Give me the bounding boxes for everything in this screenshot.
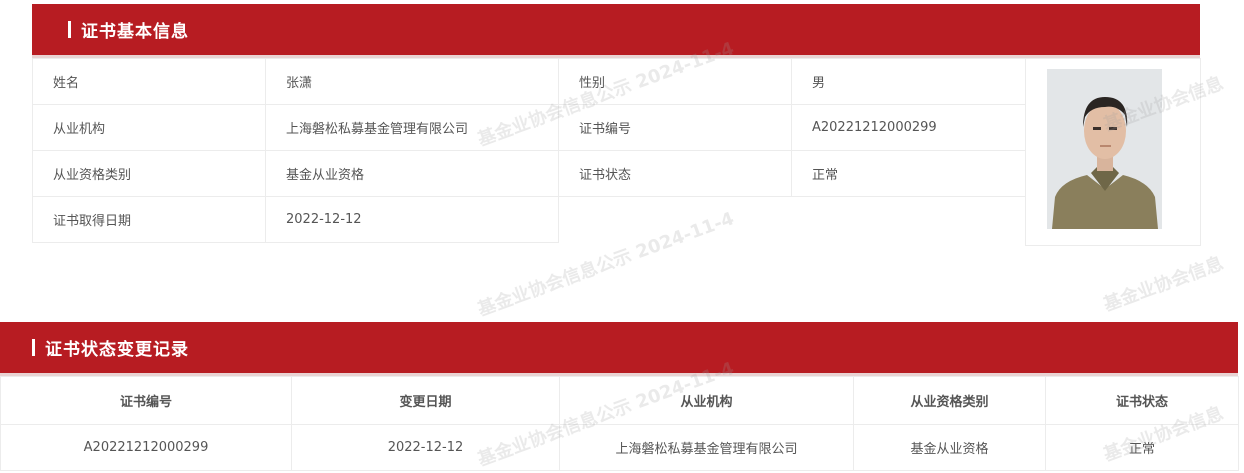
- info-label: 证书取得日期: [32, 196, 266, 243]
- table-header-row: 证书编号 变更日期 从业机构 从业资格类别 证书状态: [0, 376, 1239, 425]
- info-row: 证书取得日期 2022-12-12: [32, 196, 1026, 243]
- section-title: 证书基本信息: [81, 22, 189, 42]
- section-header-status-records: 证书状态变更记录: [0, 322, 1238, 376]
- column-header: 证书状态: [1045, 376, 1239, 425]
- info-row: 从业机构 上海磐松私募基金管理有限公司 证书编号 A20221212000299: [32, 104, 1026, 151]
- info-label: 性别: [558, 58, 792, 105]
- section-title: 证书状态变更记录: [45, 340, 189, 360]
- column-header: 证书编号: [0, 376, 292, 425]
- info-label: 从业资格类别: [32, 150, 266, 197]
- table-cell: 上海磐松私募基金管理有限公司: [559, 424, 854, 471]
- portrait-photo: [1047, 69, 1162, 229]
- table-cell: 2022-12-12: [291, 424, 560, 471]
- table-row: A20221212000299 2022-12-12 上海磐松私募基金管理有限公…: [0, 424, 1239, 471]
- info-label: 证书状态: [558, 150, 792, 197]
- watermark-text: 基金业协会信息: [1100, 252, 1227, 316]
- section-header-basic-info: 证书基本信息: [32, 4, 1200, 58]
- title-bar-decoration: [32, 339, 35, 356]
- info-row: 姓名 张潇 性别 男: [32, 58, 1026, 105]
- info-value: 正常: [791, 150, 1026, 197]
- empty-cell: [791, 196, 1026, 243]
- info-value: 2022-12-12: [265, 196, 559, 243]
- info-label: 证书编号: [558, 104, 792, 151]
- empty-cell: [558, 196, 792, 243]
- info-row: 从业资格类别 基金从业资格 证书状态 正常: [32, 150, 1026, 197]
- table-cell: A20221212000299: [0, 424, 292, 471]
- basic-info-table: 姓名 张潇 性别 男 从业机构 上海磐松私募基金管理有限公司 证书编号 A202…: [32, 58, 1026, 243]
- column-header: 从业机构: [559, 376, 854, 425]
- table-cell: 正常: [1045, 424, 1239, 471]
- info-value: 基金从业资格: [265, 150, 559, 197]
- info-value: 张潇: [265, 58, 559, 105]
- info-value: A20221212000299: [791, 104, 1026, 151]
- info-value: 男: [791, 58, 1026, 105]
- info-label: 姓名: [32, 58, 266, 105]
- title-bar-decoration: [68, 21, 71, 38]
- info-label: 从业机构: [32, 104, 266, 151]
- column-header: 从业资格类别: [853, 376, 1046, 425]
- status-change-table: 证书编号 变更日期 从业机构 从业资格类别 证书状态 A202212120002…: [0, 376, 1239, 471]
- info-value: 上海磐松私募基金管理有限公司: [265, 104, 559, 151]
- photo-frame: [1025, 58, 1201, 246]
- portrait-image-icon: [1047, 69, 1162, 229]
- table-cell: 基金从业资格: [853, 424, 1046, 471]
- column-header: 变更日期: [291, 376, 560, 425]
